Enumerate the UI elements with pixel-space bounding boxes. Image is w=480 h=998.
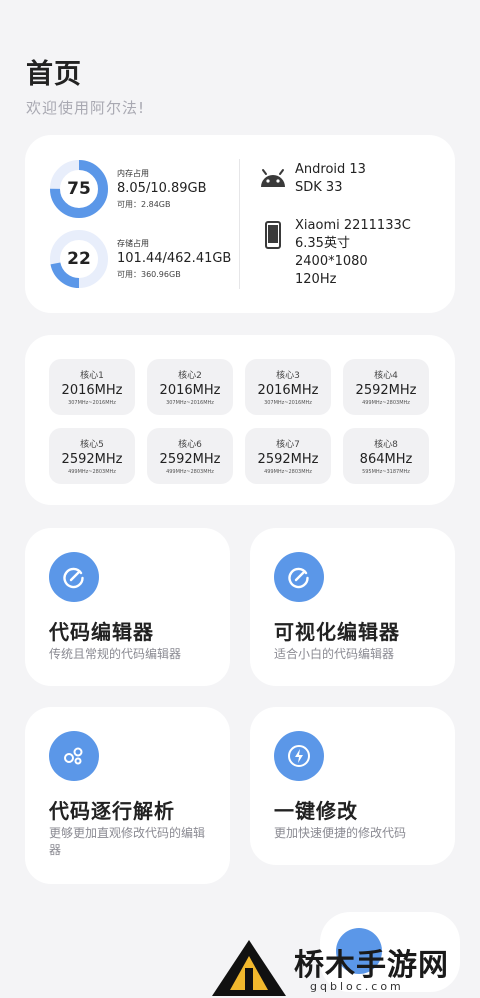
- screen-size: 6.35英寸: [295, 236, 350, 251]
- core-range: 499MHz~2803MHz: [362, 400, 410, 406]
- feature-title: 一键修改: [274, 799, 358, 823]
- core-range: 307MHz~2016MHz: [68, 400, 116, 406]
- watermark: 桥木手游网 gqbloc.com: [210, 938, 480, 998]
- core-tile: 核心2 2016MHz 307MHz~2016MHz: [147, 359, 233, 415]
- page-subtitle: 欢迎使用阿尔法!: [26, 99, 146, 117]
- feature-title: 代码逐行解析: [49, 799, 175, 823]
- core-name: 核心4: [374, 371, 398, 381]
- core-grid: 核心1 2016MHz 307MHz~2016MHz 核心2 2016MHz 307MH…: [49, 359, 429, 484]
- feature-title: 代码编辑器: [49, 620, 154, 644]
- phone-icon: [265, 221, 281, 249]
- storage-usage: 22 存储占用 101.44/462.41GB 可用：360.96GB: [49, 229, 231, 289]
- feature-description: 适合小白的代码编辑器: [274, 647, 395, 661]
- device-info-row: Xiaomi 2211133C 6.35英寸 2400*1080 120Hz: [257, 217, 411, 289]
- feature-icon-circle: [49, 731, 99, 781]
- core-frequency: 2592MHz: [257, 452, 319, 467]
- cpu-cores-card: 核心1 2016MHz 307MHz~2016MHz 核心2 2016MHz 307MH…: [25, 335, 455, 505]
- core-tile: 核心4 2592MHz 499MHz~2803MHz: [343, 359, 429, 415]
- feature-icon-circle: [274, 731, 324, 781]
- core-tile: 核心7 2592MHz 499MHz~2803MHz: [245, 428, 331, 484]
- divider: [239, 159, 240, 289]
- core-name: 核心8: [374, 440, 398, 450]
- core-name: 核心7: [276, 440, 300, 450]
- bubbles-icon: [64, 747, 83, 765]
- core-tile: 核心6 2592MHz 499MHz~2803MHz: [147, 428, 233, 484]
- watermark-url: gqbloc.com: [310, 980, 404, 993]
- core-name: 核心5: [80, 440, 104, 450]
- page-title: 首页: [26, 59, 82, 90]
- core-range: 307MHz~2016MHz: [264, 400, 312, 406]
- core-frequency: 2016MHz: [159, 383, 221, 398]
- android-version: Android 13: [295, 162, 366, 177]
- refresh-rate: 120Hz: [295, 272, 337, 287]
- core-tile: 核心5 2592MHz 499MHz~2803MHz: [49, 428, 135, 484]
- visual-editor-card[interactable]: 可视化编辑器 适合小白的代码编辑器: [250, 528, 455, 686]
- core-name: 核心1: [80, 371, 104, 381]
- core-frequency: 2592MHz: [61, 452, 123, 467]
- storage-value: 101.44/462.41GB: [117, 251, 232, 266]
- storage-available: 可用：360.96GB: [117, 270, 181, 279]
- core-frequency: 2592MHz: [159, 452, 221, 467]
- storage-ring: 22: [49, 229, 109, 289]
- sdk-version: SDK 33: [295, 180, 343, 195]
- storage-percent: 22: [67, 249, 91, 269]
- core-range: 499MHz~2803MHz: [264, 469, 312, 475]
- device-model: Xiaomi 2211133C: [295, 218, 411, 233]
- feature-icon-circle: [274, 552, 324, 602]
- core-range: 499MHz~2803MHz: [166, 469, 214, 475]
- edit-icon: [63, 567, 84, 589]
- memory-value: 8.05/10.89GB: [117, 181, 207, 196]
- core-range: 499MHz~2803MHz: [68, 469, 116, 475]
- edit-icon: [288, 567, 309, 589]
- feature-description: 更够更加直观修改代码的编辑器: [49, 826, 206, 857]
- core-frequency: 864MHz: [359, 452, 413, 467]
- core-tile: 核心3 2016MHz 307MHz~2016MHz: [245, 359, 331, 415]
- feature-description: 更加快速便捷的修改代码: [274, 826, 407, 840]
- feature-title: 可视化编辑器: [274, 620, 400, 644]
- lightning-icon: [288, 745, 310, 767]
- memory-available: 可用：2.84GB: [117, 200, 171, 209]
- memory-ring: 75: [49, 159, 109, 219]
- core-tile: 核心8 864MHz 595MHz~3187MHz: [343, 428, 429, 484]
- screen-resolution: 2400*1080: [295, 254, 368, 269]
- core-frequency: 2016MHz: [61, 383, 123, 398]
- core-name: 核心3: [276, 371, 300, 381]
- feature-icon-circle: [49, 552, 99, 602]
- core-frequency: 2016MHz: [257, 383, 319, 398]
- android-version-row: Android 13 SDK 33: [257, 161, 366, 197]
- android-icon: [261, 169, 285, 187]
- core-name: 核心2: [178, 371, 202, 381]
- core-range: 307MHz~2016MHz: [166, 400, 214, 406]
- memory-percent: 75: [67, 179, 91, 199]
- core-range: 595MHz~3187MHz: [362, 469, 410, 475]
- core-name: 核心6: [178, 440, 202, 450]
- system-info-card: 75 内存占用 8.05/10.89GB 可用：2.84GB 22 存储占用 1…: [25, 135, 455, 313]
- one-click-modify-card[interactable]: 一键修改 更加快速便捷的修改代码: [250, 707, 455, 865]
- memory-usage: 75 内存占用 8.05/10.89GB 可用：2.84GB: [49, 159, 207, 219]
- storage-label: 存储占用: [117, 239, 149, 248]
- page-header: 首页 欢迎使用阿尔法!: [26, 52, 145, 118]
- code-editor-card[interactable]: 代码编辑器 传统且常规的代码编辑器: [25, 528, 230, 686]
- feature-description: 传统且常规的代码编辑器: [49, 647, 182, 661]
- watermark-logo: [212, 940, 286, 996]
- core-frequency: 2592MHz: [355, 383, 417, 398]
- line-by-line-analysis-card[interactable]: 代码逐行解析 更够更加直观修改代码的编辑器: [25, 707, 230, 884]
- memory-label: 内存占用: [117, 169, 149, 178]
- core-tile: 核心1 2016MHz 307MHz~2016MHz: [49, 359, 135, 415]
- watermark-name: 桥木手游网: [294, 948, 449, 983]
